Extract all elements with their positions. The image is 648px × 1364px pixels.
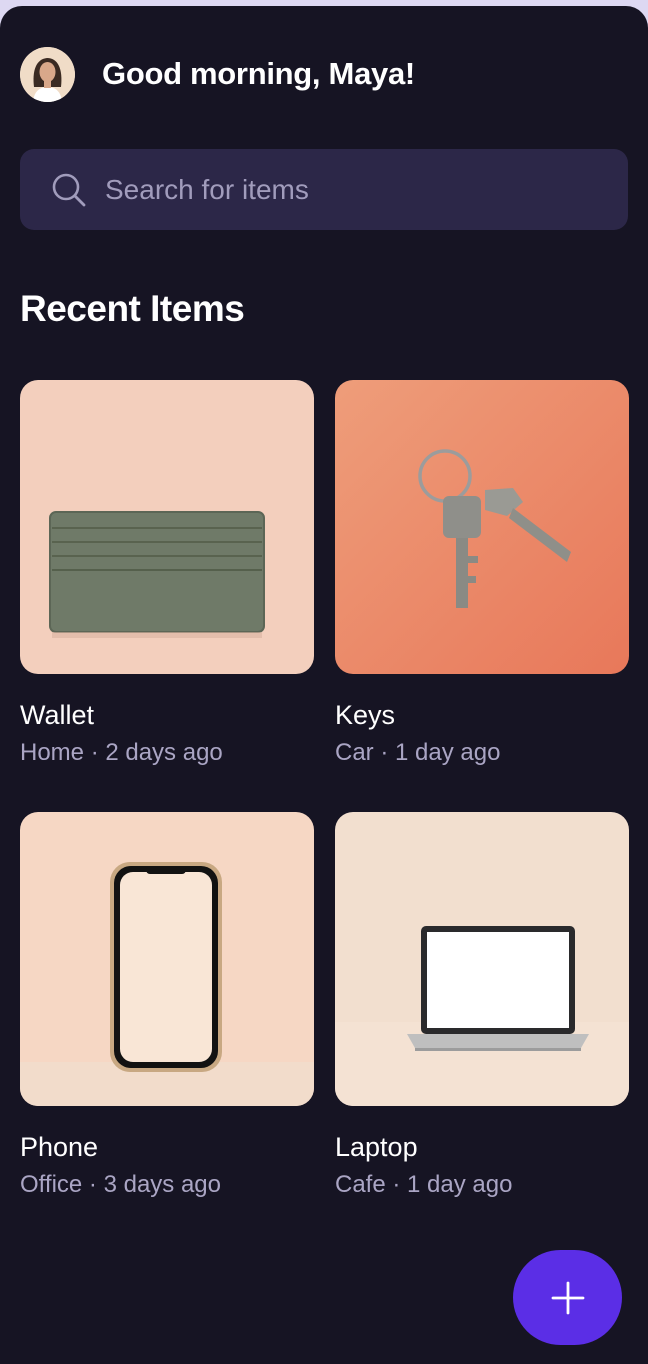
item-name: Keys xyxy=(335,700,396,730)
laptop-image xyxy=(335,812,629,1106)
item-meta: Car · 1 day ago xyxy=(335,739,501,766)
search-bar[interactable] xyxy=(20,149,628,230)
section-title-recent-items: Recent Items xyxy=(20,288,245,329)
add-item-button[interactable] xyxy=(513,1250,622,1345)
keys-image xyxy=(335,380,629,674)
phone-image xyxy=(20,812,314,1106)
item-card-wallet[interactable]: Wallet Home · 2 days ago xyxy=(20,380,314,767)
item-card-phone[interactable]: Phone Office · 3 days ago xyxy=(20,812,314,1199)
item-name: Phone xyxy=(20,1132,99,1162)
search-icon xyxy=(52,173,86,206)
plus-icon xyxy=(551,1281,584,1314)
item-meta: Cafe · 1 day ago xyxy=(335,1171,513,1198)
item-name: Wallet xyxy=(20,700,95,730)
item-card-laptop[interactable]: Laptop Cafe · 1 day ago xyxy=(335,812,629,1199)
avatar[interactable] xyxy=(20,46,75,102)
app-screen: Good morning, Maya! Recent Items Wallet … xyxy=(0,6,648,1364)
header: Good morning, Maya! xyxy=(20,46,415,102)
greeting-title: Good morning, Maya! xyxy=(102,56,415,91)
item-meta: Office · 3 days ago xyxy=(20,1171,221,1198)
item-meta: Home · 2 days ago xyxy=(20,739,223,766)
wallet-image xyxy=(20,380,314,674)
item-name: Laptop xyxy=(335,1132,418,1162)
item-card-keys[interactable]: Keys Car · 1 day ago xyxy=(335,380,629,767)
search-input[interactable] xyxy=(103,172,587,207)
